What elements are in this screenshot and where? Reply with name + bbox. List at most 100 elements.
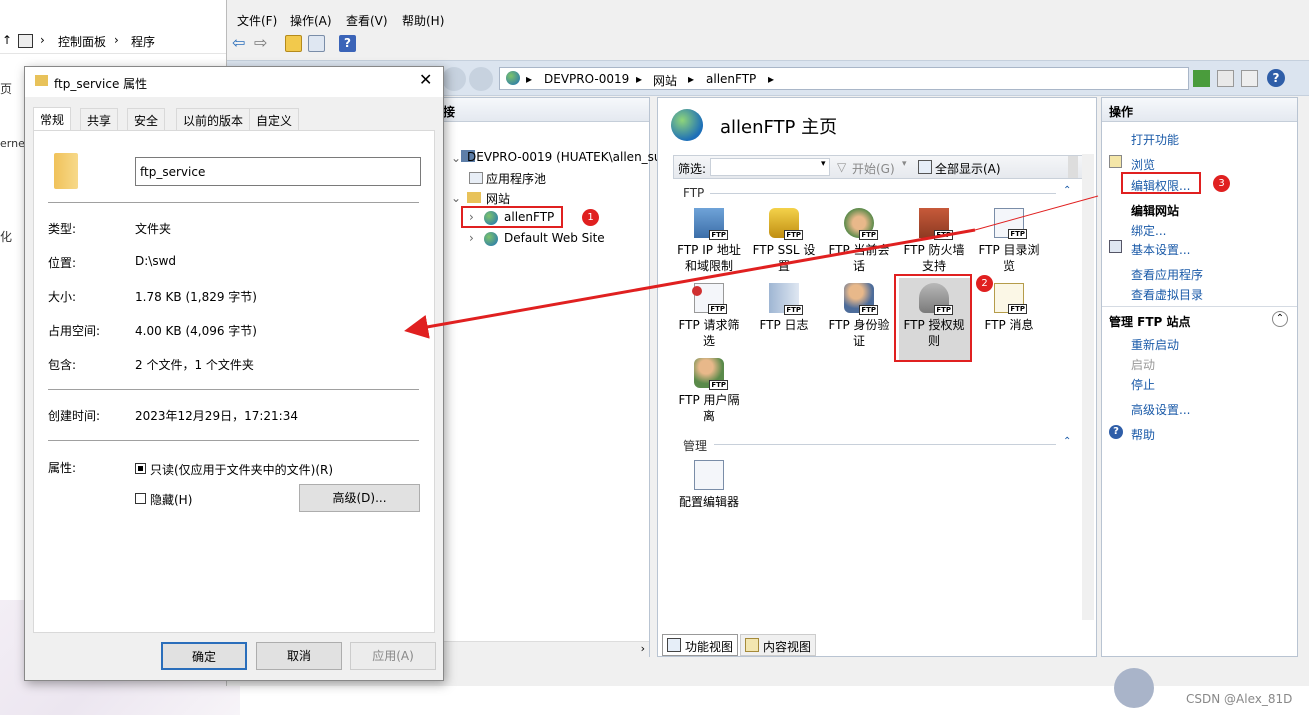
action-browse[interactable]: 浏览	[1131, 156, 1155, 173]
address-server[interactable]: DEVPRO-0019	[544, 72, 629, 86]
annotation-box-authorization	[894, 274, 972, 362]
tab-previous-versions[interactable]: 以前的版本	[176, 108, 251, 130]
action-bindings[interactable]: 绑定...	[1131, 222, 1166, 239]
collapse-icon[interactable]: ⌃	[1063, 185, 1071, 196]
feature-dir-browsing[interactable]: FTP FTP 目录浏览	[974, 208, 1044, 274]
firewall-icon: FTP	[919, 208, 953, 240]
tree-sites[interactable]: 网站	[486, 190, 510, 207]
menu-view[interactable]: 查看(V)	[346, 12, 388, 29]
action-open-feature[interactable]: 打开功能	[1131, 131, 1179, 148]
annotation-badge-1: 1	[582, 209, 599, 226]
tree-app-pools[interactable]: 应用程序池	[486, 170, 546, 187]
dropdown-icon[interactable]: ▾	[821, 159, 826, 169]
help-circle-icon[interactable]: ?	[1267, 69, 1285, 87]
close-icon[interactable]: ✕	[419, 70, 432, 89]
funnel-icon: ▽	[837, 160, 847, 174]
feature-logging[interactable]: FTP FTP 日志	[749, 283, 819, 333]
address-sites[interactable]: 网站	[653, 72, 677, 89]
tree-expander[interactable]: ⌄	[451, 151, 461, 165]
address-box[interactable]: ▸ DEVPRO-0019 ▸ 网站 ▸ allenFTP ▸	[499, 67, 1189, 90]
tab-sharing[interactable]: 共享	[80, 108, 119, 130]
menu-bar: 文件(F) 操作(A) 查看(V) 帮助(H)	[227, 10, 1309, 30]
back-circle-icon[interactable]	[442, 67, 466, 91]
horizontal-scrollbar[interactable]: ›	[439, 641, 649, 657]
menu-help[interactable]: 帮助(H)	[402, 12, 444, 29]
readonly-checkbox[interactable]	[135, 463, 146, 474]
properties-dialog: ftp_service 属性 ✕ 常规 共享 安全 以前的版本 自定义 类型: …	[24, 66, 444, 681]
home-icon[interactable]	[1241, 70, 1258, 87]
tab-content-view[interactable]: 内容视图	[740, 634, 817, 656]
taskbar-app-icon	[1114, 668, 1154, 708]
action-help[interactable]: 帮助	[1131, 426, 1155, 443]
tab-general[interactable]: 常规	[33, 107, 72, 131]
scroll-right-icon[interactable]: ›	[641, 642, 645, 655]
breadcrumb: ↑ › 控制面板 › 程序	[0, 28, 228, 54]
hidden-checkbox[interactable]	[135, 493, 146, 504]
help-icon[interactable]: ?	[339, 35, 356, 52]
folder-name-input[interactable]	[135, 157, 421, 186]
browse-icon	[1109, 155, 1122, 168]
tree-expander[interactable]: ⌄	[451, 191, 461, 205]
collapse-icon[interactable]: ⌃	[1063, 436, 1071, 447]
globe-icon	[506, 71, 520, 85]
breadcrumb-programs[interactable]: 程序	[131, 33, 155, 50]
menu-action[interactable]: 操作(A)	[290, 12, 332, 29]
scrollbar[interactable]	[1068, 156, 1078, 178]
tree-expander[interactable]: ›	[469, 231, 474, 245]
forward-icon[interactable]: ⇨	[254, 35, 271, 52]
up-arrow-icon[interactable]: ↑	[2, 33, 12, 47]
action-start: 启动	[1131, 358, 1156, 372]
advanced-button[interactable]: 高级(D)...	[299, 484, 420, 512]
feature-ip-restrictions[interactable]: FTP FTP IP 地址和域限制	[674, 208, 744, 274]
feature-authentication[interactable]: FTP FTP 身份验证	[824, 283, 894, 349]
collapse-icon[interactable]: ⌃	[1272, 311, 1288, 327]
forward-circle-icon[interactable]	[469, 67, 493, 91]
filter-bar: 筛选: ▾ ▽ 开始(G) ▾ 全部显示(A)	[673, 155, 1083, 179]
feature-sessions[interactable]: FTP FTP 当前会话	[824, 208, 894, 274]
action-basic-settings[interactable]: 基本设置...	[1131, 241, 1190, 258]
show-all-button[interactable]: 全部显示(A)	[935, 160, 1001, 177]
lock-icon: FTP	[769, 208, 803, 240]
actions-header: 操作	[1102, 98, 1297, 122]
field-label: 创建时间:	[48, 409, 101, 423]
filter-input[interactable]	[710, 158, 830, 176]
action-stop[interactable]: 停止	[1131, 376, 1155, 393]
menu-file[interactable]: 文件(F)	[237, 12, 277, 29]
feature-ssl[interactable]: FTP FTP SSL 设置	[749, 208, 819, 274]
cancel-button[interactable]: 取消	[256, 642, 342, 670]
feature-config-editor[interactable]: 配置编辑器	[674, 460, 744, 510]
tree-server[interactable]: DEVPRO-0019 (HUATEK\allen_su	[467, 150, 662, 164]
breadcrumb-control-panel[interactable]: 控制面板	[58, 33, 106, 50]
tab-features-view[interactable]: 功能视图	[662, 634, 739, 656]
dialog-titlebar[interactable]: ftp_service 属性 ✕	[25, 67, 443, 97]
app-pool-icon	[469, 172, 483, 184]
sidebar-text: 页	[0, 82, 13, 96]
feature-panel: allenFTP 主页 筛选: ▾ ▽ 开始(G) ▾ 全部显示(A) FTP …	[657, 97, 1097, 657]
start-button[interactable]: 开始(G)	[852, 160, 895, 177]
action-view-vdirs[interactable]: 查看虚拟目录	[1131, 286, 1203, 303]
tab-security[interactable]: 安全	[127, 108, 166, 130]
action-advanced-settings[interactable]: 高级设置...	[1131, 401, 1190, 418]
folder-up-icon[interactable]	[285, 35, 302, 52]
dropdown-icon[interactable]: ▾	[902, 159, 907, 169]
control-panel-icon	[18, 34, 33, 48]
feature-user-isolation[interactable]: FTP FTP 用户隔离	[674, 358, 744, 424]
toolbar: ⇦ ⇨ ?	[227, 32, 1309, 56]
vertical-scrollbar[interactable]	[1082, 154, 1094, 620]
ok-button[interactable]: 确定	[161, 642, 247, 670]
action-restart[interactable]: 重新启动	[1131, 336, 1179, 353]
field-label: 类型:	[48, 222, 77, 236]
feature-firewall[interactable]: FTP FTP 防火墙支持	[899, 208, 969, 274]
feature-request-filtering[interactable]: FTP FTP 请求筛选	[674, 283, 744, 349]
globe-icon	[671, 109, 703, 141]
stop-icon[interactable]	[1217, 70, 1234, 87]
action-view-apps[interactable]: 查看应用程序	[1131, 266, 1203, 283]
address-site[interactable]: allenFTP	[706, 72, 756, 86]
tree-default-site[interactable]: Default Web Site	[504, 231, 605, 245]
back-icon[interactable]: ⇦	[232, 35, 249, 52]
section-ftp: FTP	[683, 186, 705, 200]
show-pane-icon[interactable]	[308, 35, 325, 52]
apply-button: 应用(A)	[350, 642, 436, 670]
refresh-icon[interactable]	[1193, 70, 1210, 87]
tab-customize[interactable]: 自定义	[249, 108, 300, 130]
